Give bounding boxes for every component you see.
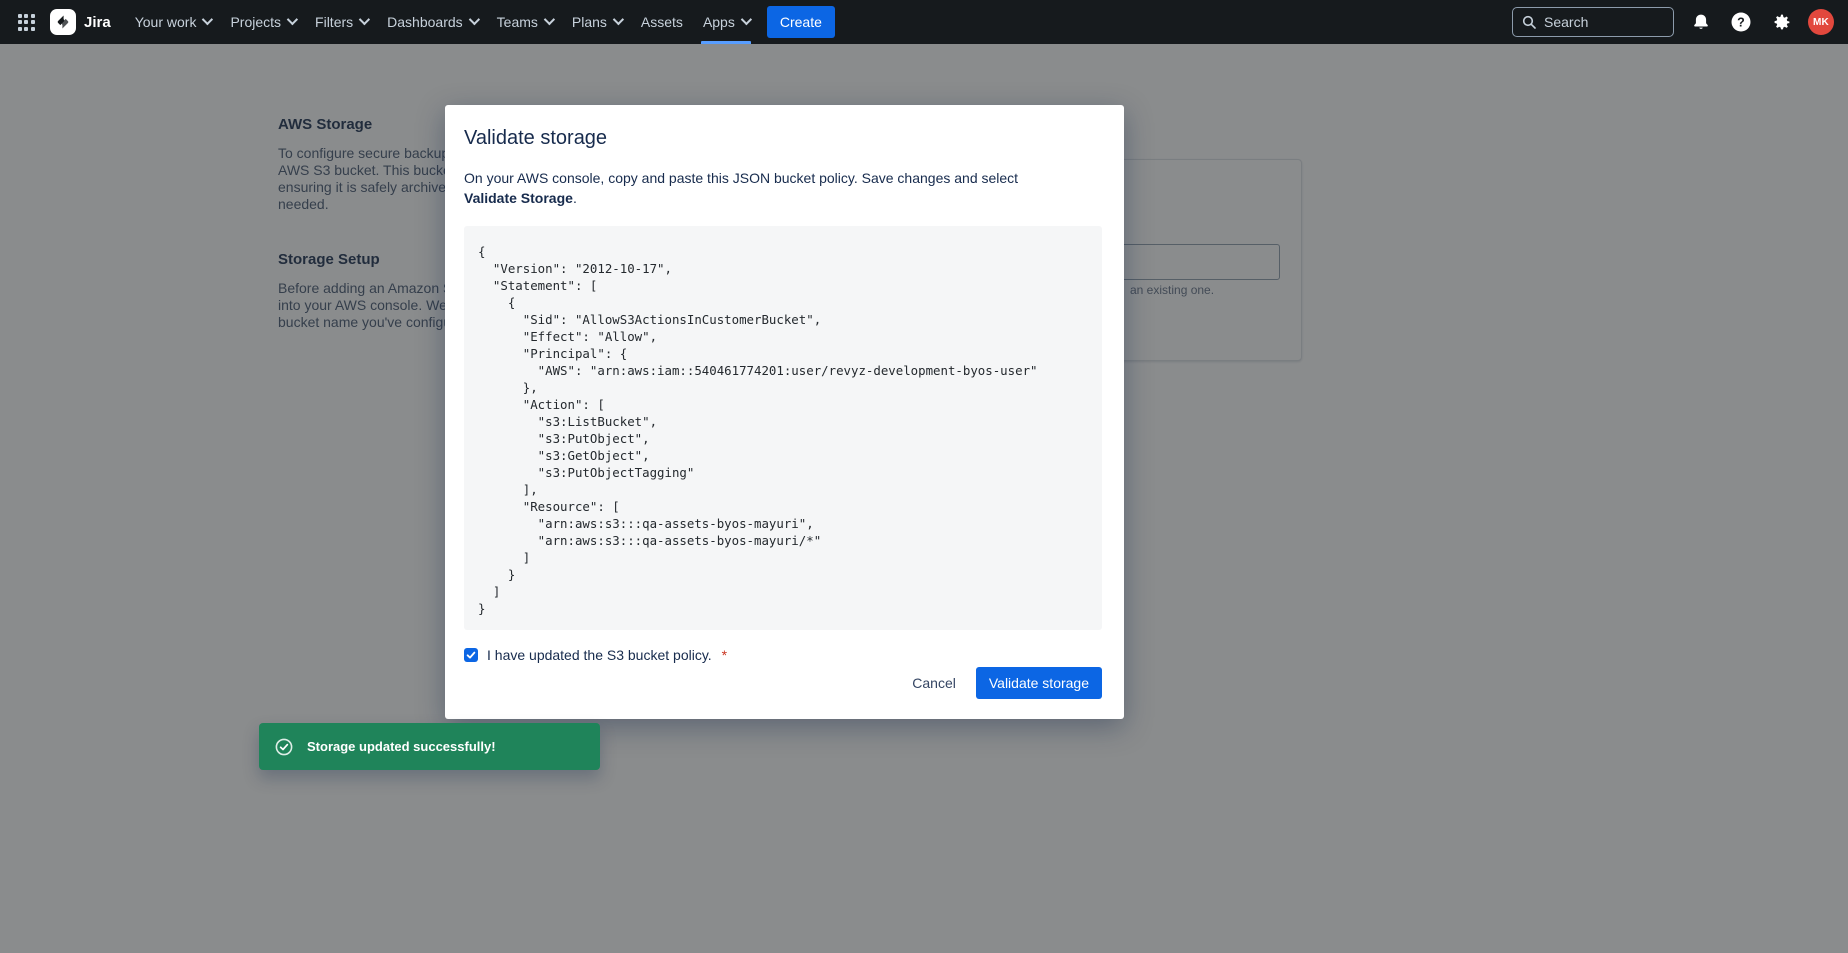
nav-item-dashboards[interactable]: Dashboards: [377, 0, 487, 44]
chevron-down-icon: [359, 13, 370, 24]
brand-name: Jira: [84, 14, 111, 31]
nav-item-assets[interactable]: Assets: [631, 0, 693, 44]
search-icon: [1522, 15, 1536, 29]
nav-item-label: Projects: [230, 14, 281, 30]
nav-item-label: Assets: [641, 14, 683, 30]
nav-item-label: Apps: [703, 14, 735, 30]
user-avatar[interactable]: MK: [1808, 9, 1834, 35]
chevron-down-icon: [468, 13, 479, 24]
chevron-down-icon: [202, 13, 213, 24]
chevron-down-icon: [613, 13, 624, 24]
nav-item-label: Dashboards: [387, 14, 463, 30]
bucket-policy-code-block[interactable]: { "Version": "2012-10-17", "Statement": …: [464, 226, 1102, 630]
nav-item-label: Plans: [572, 14, 607, 30]
nav-item-plans[interactable]: Plans: [562, 0, 631, 44]
success-check-icon: [275, 738, 293, 756]
chevron-down-icon: [544, 13, 555, 24]
app-switcher-icon[interactable]: [10, 6, 42, 38]
dialog-description: On your AWS console, copy and paste this…: [464, 168, 1064, 208]
nav-item-label: Filters: [315, 14, 353, 30]
chevron-down-icon: [741, 13, 752, 24]
help-icon[interactable]: ?: [1728, 9, 1754, 35]
nav-item-projects[interactable]: Projects: [220, 0, 305, 44]
validate-storage-dialog: Validate storage On your AWS console, co…: [445, 105, 1124, 719]
toast-message: Storage updated successfully!: [307, 739, 496, 754]
policy-updated-checkbox[interactable]: [464, 648, 478, 662]
jira-home-link[interactable]: Jira: [44, 9, 125, 35]
global-search[interactable]: [1512, 7, 1674, 37]
validate-storage-button[interactable]: Validate storage: [976, 667, 1102, 699]
nav-item-label: Teams: [497, 14, 538, 30]
cancel-button[interactable]: Cancel: [898, 667, 970, 699]
nav-item-apps[interactable]: Apps: [693, 0, 759, 44]
chevron-down-icon: [287, 13, 298, 24]
nav-item-filters[interactable]: Filters: [305, 0, 377, 44]
jira-logo-icon: [50, 9, 76, 35]
bucket-policy-json: { "Version": "2012-10-17", "Statement": …: [478, 243, 1088, 617]
dialog-footer: Cancel Validate storage: [464, 667, 1102, 699]
create-button[interactable]: Create: [767, 6, 835, 38]
svg-text:?: ?: [1737, 15, 1745, 29]
nav-item-teams[interactable]: Teams: [487, 0, 562, 44]
success-toast[interactable]: Storage updated successfully!: [259, 723, 600, 770]
notifications-bell-icon[interactable]: [1688, 9, 1714, 35]
dialog-title: Validate storage: [464, 127, 1102, 150]
nav-item-your-work[interactable]: Your work: [125, 0, 221, 44]
settings-gear-icon[interactable]: [1768, 9, 1794, 35]
top-navigation: Jira Your work Projects Filters Dashboards T…: [0, 0, 1848, 44]
search-input[interactable]: [1544, 14, 1664, 30]
primary-nav-items: Your work Projects Filters Dashboards Teams P…: [125, 0, 759, 44]
required-asterisk: *: [722, 647, 727, 663]
nav-item-label: Your work: [135, 14, 197, 30]
policy-updated-checkbox-label[interactable]: I have updated the S3 bucket policy.: [487, 647, 712, 663]
